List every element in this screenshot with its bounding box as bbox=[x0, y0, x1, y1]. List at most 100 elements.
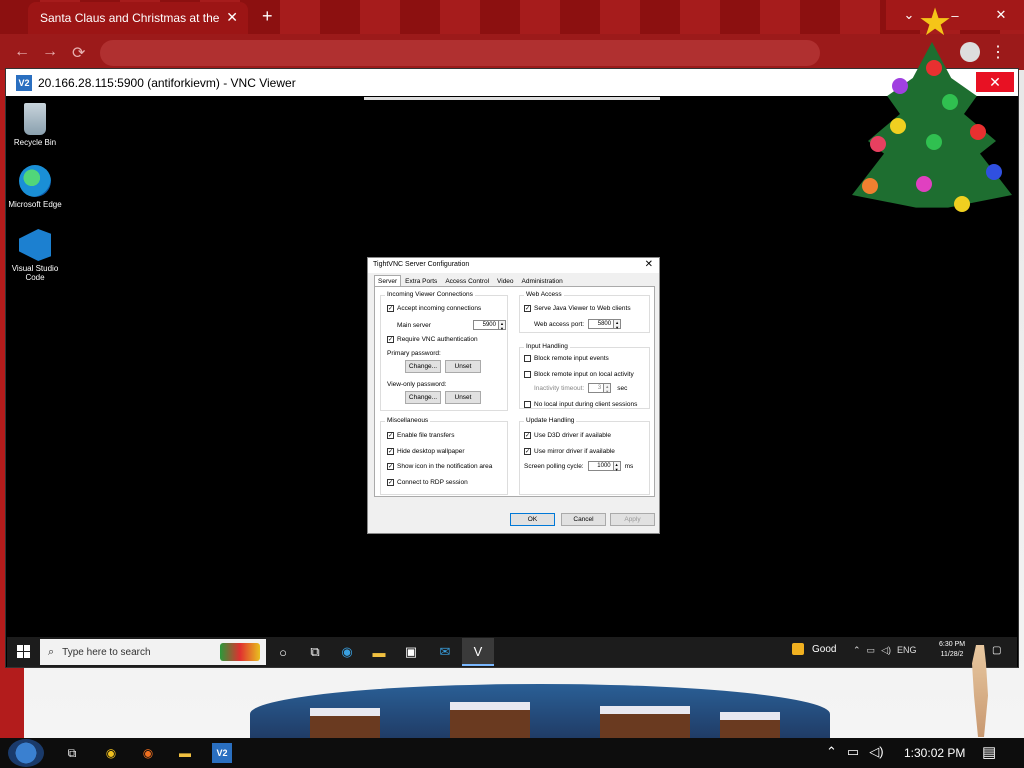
main-server-port-value[interactable]: 5900 bbox=[472, 320, 499, 330]
chevron-up-icon[interactable]: ⌃ bbox=[826, 744, 837, 760]
checkbox-checked[interactable]: ✓ bbox=[524, 448, 531, 455]
taskbar-search-box[interactable]: ⌕ Type here to search bbox=[40, 639, 266, 665]
primary-change-button[interactable]: Change... bbox=[405, 360, 441, 373]
volume-icon[interactable]: ◁) bbox=[881, 645, 891, 656]
serve-java-checkbox[interactable]: ✓ Serve Java Viewer to Web clients bbox=[524, 305, 631, 312]
edge-taskbar-icon[interactable]: ◉ bbox=[337, 642, 357, 662]
cortana-icon[interactable]: ○ bbox=[273, 642, 293, 662]
weather-widget[interactable]: Good bbox=[792, 643, 836, 655]
inactivity-timeout-value[interactable]: 3 bbox=[588, 383, 605, 393]
checkbox-label: Connect to RDP session bbox=[397, 479, 468, 486]
ok-button[interactable]: OK bbox=[510, 513, 555, 526]
language-indicator[interactable]: ENG bbox=[897, 645, 917, 656]
polling-cycle-label: Screen polling cycle: bbox=[524, 462, 584, 470]
checkbox-label: No local input during client sessions bbox=[534, 401, 638, 408]
spin-arrows-icon[interactable]: ▲ ▼ bbox=[614, 319, 622, 330]
new-tab-button[interactable]: + bbox=[262, 6, 273, 27]
spin-arrows-icon[interactable]: ▲ ▼ bbox=[498, 320, 506, 331]
browser-tab-title: Santa Claus and Christmas at the bbox=[40, 11, 220, 25]
viewonly-unset-button[interactable]: Unset bbox=[445, 391, 481, 404]
connect-rdp-checkbox[interactable]: ✓ Connect to RDP session bbox=[387, 479, 468, 486]
desktop-icon-recycle-bin[interactable]: Recycle Bin bbox=[7, 103, 63, 147]
checkbox-unchecked[interactable] bbox=[524, 371, 531, 378]
task-view-icon[interactable]: ⧉ bbox=[305, 642, 325, 662]
checkbox-checked[interactable]: ✓ bbox=[387, 305, 394, 312]
miscellaneous-group: Miscellaneous ✓ Enable file transfers ✓ … bbox=[380, 417, 508, 495]
store-icon[interactable]: ▣ bbox=[401, 642, 421, 662]
firefox-icon[interactable]: ◉ bbox=[138, 743, 158, 763]
inactivity-timeout-stepper[interactable]: 3 ▲ ▼ bbox=[588, 383, 612, 394]
checkbox-checked[interactable]: ✓ bbox=[524, 305, 531, 312]
tightvnc-taskbar-icon[interactable]: V bbox=[462, 638, 494, 666]
reload-icon[interactable]: ⟳ bbox=[72, 43, 85, 63]
windows-orb-start-icon[interactable] bbox=[8, 739, 44, 767]
web-access-group: Web Access ✓ Serve Java Viewer to Web cl… bbox=[519, 291, 650, 333]
polling-cycle-value[interactable]: 1000 bbox=[587, 461, 614, 471]
use-d3d-checkbox[interactable]: ✓ Use D3D driver if available bbox=[524, 432, 611, 439]
windows-start-icon[interactable] bbox=[17, 645, 31, 659]
dialog-titlebar[interactable]: TightVNC Server Configuration ✕ bbox=[368, 258, 659, 273]
block-local-activity-checkbox[interactable]: Block remote input on local activity bbox=[524, 371, 634, 378]
christmas-tree-decoration: ★ bbox=[846, 4, 1018, 234]
main-server-port-stepper[interactable]: 5900 ▲ ▼ bbox=[472, 320, 506, 331]
checkbox-unchecked[interactable] bbox=[524, 355, 531, 362]
weather-icon bbox=[792, 643, 804, 655]
remote-clock[interactable]: 6:30 PM 11/28/2 bbox=[939, 640, 965, 660]
chevron-up-icon[interactable]: ⌃ bbox=[853, 645, 861, 656]
network-icon[interactable]: ▭ bbox=[867, 645, 876, 656]
require-auth-checkbox[interactable]: ✓ Require VNC authentication bbox=[387, 336, 478, 343]
desktop-icon-edge[interactable]: Microsoft Edge bbox=[7, 165, 63, 209]
block-remote-input-checkbox[interactable]: Block remote input events bbox=[524, 355, 609, 362]
use-mirror-checkbox[interactable]: ✓ Use mirror driver if available bbox=[524, 448, 615, 455]
remote-connection-bar[interactable] bbox=[364, 97, 660, 100]
chrome-icon[interactable]: ◉ bbox=[101, 743, 121, 763]
dialog-close-icon[interactable]: ✕ bbox=[645, 259, 653, 270]
no-local-input-checkbox[interactable]: No local input during client sessions bbox=[524, 401, 637, 408]
checkbox-label: Accept incoming connections bbox=[397, 305, 482, 312]
polling-cycle-stepper[interactable]: 1000 ▲ ▼ bbox=[587, 461, 621, 472]
web-port-stepper[interactable]: 5800 ▲ ▼ bbox=[588, 319, 622, 330]
host-clock[interactable]: 1:30:02 PM bbox=[904, 746, 965, 760]
checkbox-unchecked[interactable] bbox=[524, 401, 531, 408]
cancel-button[interactable]: Cancel bbox=[561, 513, 606, 526]
viewonly-change-button[interactable]: Change... bbox=[405, 391, 441, 404]
network-icon[interactable]: ▭ bbox=[847, 744, 859, 760]
primary-unset-button[interactable]: Unset bbox=[445, 360, 481, 373]
checkbox-checked[interactable]: ✓ bbox=[387, 479, 394, 486]
group-title: Update Handling bbox=[524, 417, 577, 424]
spin-arrows-icon[interactable]: ▲ ▼ bbox=[604, 383, 612, 394]
desktop-icon-label: Visual Studio Code bbox=[11, 264, 59, 282]
checkbox-label: Serve Java Viewer to Web clients bbox=[534, 305, 631, 312]
hide-wallpaper-checkbox[interactable]: ✓ Hide desktop wallpaper bbox=[387, 448, 465, 455]
desktop-icon-vscode[interactable]: Visual Studio Code bbox=[7, 229, 63, 282]
vnc-viewer-taskbar-icon[interactable]: V2 bbox=[212, 743, 232, 763]
volume-icon[interactable]: ◁) bbox=[869, 744, 883, 760]
checkbox-checked[interactable]: ✓ bbox=[387, 336, 394, 343]
action-center-icon[interactable]: ▤ bbox=[982, 743, 996, 761]
notification-icon[interactable]: ▢ bbox=[992, 645, 1001, 656]
browser-tab[interactable]: Santa Claus and Christmas at the ✕ bbox=[28, 2, 248, 34]
recycle-bin-icon bbox=[24, 103, 46, 135]
mail-icon[interactable]: ✉ bbox=[435, 642, 455, 662]
search-icon: ⌕ bbox=[48, 645, 55, 658]
accept-connections-checkbox[interactable]: ✓ Accept incoming connections bbox=[387, 305, 481, 312]
file-explorer-icon[interactable]: ▬ bbox=[175, 743, 195, 763]
task-view-icon[interactable]: ⧉ bbox=[62, 743, 82, 763]
checkbox-checked[interactable]: ✓ bbox=[387, 432, 394, 439]
forward-arrow-icon[interactable]: → bbox=[42, 43, 58, 61]
back-arrow-icon[interactable]: ← bbox=[14, 43, 30, 61]
apply-button[interactable]: Apply bbox=[610, 513, 655, 526]
show-icon-checkbox[interactable]: ✓ Show icon in the notification area bbox=[387, 463, 492, 470]
spin-arrows-icon[interactable]: ▲ ▼ bbox=[613, 461, 621, 472]
file-explorer-icon[interactable]: ▬ bbox=[369, 642, 389, 662]
update-handling-group: Update Handling ✓ Use D3D driver if avai… bbox=[519, 417, 650, 495]
checkbox-checked[interactable]: ✓ bbox=[387, 463, 394, 470]
tab-close-icon[interactable]: ✕ bbox=[226, 9, 238, 26]
checkbox-checked[interactable]: ✓ bbox=[387, 448, 394, 455]
checkbox-label: Show icon in the notification area bbox=[397, 463, 493, 470]
checkbox-checked[interactable]: ✓ bbox=[524, 432, 531, 439]
address-bar[interactable] bbox=[100, 40, 820, 66]
web-port-value[interactable]: 5800 bbox=[588, 319, 615, 329]
weather-label: Good bbox=[812, 643, 837, 655]
enable-file-transfers-checkbox[interactable]: ✓ Enable file transfers bbox=[387, 432, 454, 439]
